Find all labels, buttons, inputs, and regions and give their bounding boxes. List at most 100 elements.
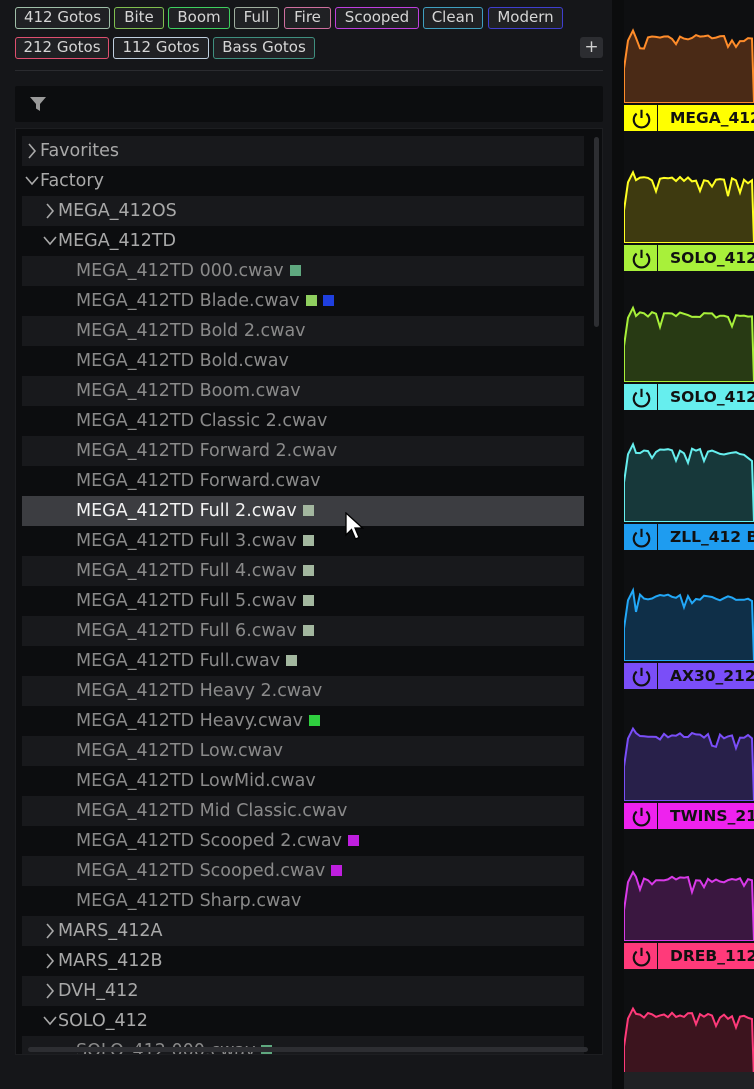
ir-slot[interactable]: AX30_212 C xyxy=(624,573,754,713)
ir-slot-rack: MEGA_412 SOLO_412 SOLO_412 ZLL_412 Ba AX30_2… xyxy=(624,0,754,1089)
tree-file-row[interactable]: SOLO_412 000.cwav xyxy=(22,1036,584,1054)
ir-slot-name[interactable]: MEGA_412 xyxy=(670,105,754,131)
tree-file-row[interactable]: MEGA_412TD Classic 2.cwav xyxy=(22,406,584,436)
tree-file-row[interactable]: MEGA_412TD Full 4.cwav xyxy=(22,556,584,586)
filter-bar[interactable] xyxy=(15,86,603,122)
tag-chip[interactable]: 212 Gotos xyxy=(15,37,109,59)
chevron-down-icon[interactable] xyxy=(42,226,58,256)
tag-chip[interactable]: 112 Gotos xyxy=(113,37,209,59)
tag-chip[interactable]: Scooped xyxy=(335,7,419,29)
tag-chip[interactable]: 412 Gotos xyxy=(15,7,110,29)
tag-color-swatch xyxy=(302,595,314,606)
file-tree[interactable]: Favorites Factory MEGA_412OS MEGA_412TD MEGA… xyxy=(15,128,603,1055)
tag-chip[interactable]: Fire xyxy=(284,7,331,29)
ir-slot-bar: AX30_212 C xyxy=(624,663,754,689)
power-icon[interactable] xyxy=(626,803,658,829)
tree-row-label: MEGA_412TD Sharp.cwav xyxy=(76,891,302,911)
tree-file-row[interactable]: MEGA_412TD LowMid.cwav xyxy=(22,766,584,796)
tree-file-row[interactable]: MEGA_412TD Full 2.cwav xyxy=(22,496,584,526)
tree-file-row[interactable]: MEGA_412TD Bold.cwav xyxy=(22,346,584,376)
chevron-right-icon[interactable] xyxy=(42,196,58,226)
power-icon[interactable] xyxy=(626,384,658,410)
tag-color-swatch xyxy=(289,265,301,276)
tree-file-row[interactable]: MEGA_412TD Forward 2.cwav xyxy=(22,436,584,466)
add-tag-button[interactable]: + xyxy=(580,37,603,58)
tree-folder-row[interactable]: MARS_412B xyxy=(22,946,584,976)
tag-chip[interactable]: Bite xyxy=(114,7,164,29)
chevron-down-icon[interactable] xyxy=(42,1006,58,1036)
tag-color-swatch xyxy=(286,655,298,666)
tree-file-row[interactable]: MEGA_412TD Scooped.cwav xyxy=(22,856,584,886)
tag-color-swatch xyxy=(322,295,334,306)
ir-slot[interactable]: TWINS_212 xyxy=(624,713,754,853)
power-icon[interactable] xyxy=(626,943,658,969)
power-icon[interactable] xyxy=(626,663,658,689)
tree-file-row[interactable]: MEGA_412TD Low.cwav xyxy=(22,736,584,766)
chevron-down-icon[interactable] xyxy=(24,166,40,196)
ir-slot-name[interactable]: AX30_212 C xyxy=(670,663,754,689)
tree-file-row[interactable]: MEGA_412TD Full 5.cwav xyxy=(22,586,584,616)
tree-folder-row[interactable]: Factory xyxy=(22,166,584,196)
tree-row-label: MEGA_412TD Full.cwav xyxy=(76,651,281,671)
tree-file-row[interactable]: MEGA_412TD Heavy.cwav xyxy=(22,706,584,736)
tree-folder-row[interactable]: MEGA_412OS xyxy=(22,196,584,226)
ir-slot-name[interactable]: DREB_112 xyxy=(670,943,754,969)
tree-file-row[interactable]: MEGA_412TD Mid Classic.cwav xyxy=(22,796,584,826)
tree-row-label: MEGA_412TD Heavy.cwav xyxy=(76,711,304,731)
ir-slot-name[interactable]: SOLO_412 xyxy=(670,384,754,410)
ir-slot[interactable]: DREB_112 xyxy=(624,853,754,993)
tree-file-row[interactable]: MEGA_412TD Blade.cwav xyxy=(22,286,584,316)
panel-splitter[interactable] xyxy=(612,0,624,1089)
tree-row-label: MARS_412A xyxy=(58,921,163,941)
tree-file-row[interactable]: MEGA_412TD Full 3.cwav xyxy=(22,526,584,556)
tree-file-row[interactable]: MEGA_412TD Sharp.cwav xyxy=(22,886,584,916)
tree-file-row[interactable]: MEGA_412TD Bold 2.cwav xyxy=(22,316,584,346)
power-icon[interactable] xyxy=(626,524,658,550)
rack-scrollbar[interactable] xyxy=(624,1072,754,1089)
tag-chip[interactable]: Bass Gotos xyxy=(213,37,315,59)
chevron-right-icon[interactable] xyxy=(42,976,58,1006)
ir-waveform-curve xyxy=(624,305,754,382)
chevron-right-icon[interactable] xyxy=(42,916,58,946)
tree-folder-row[interactable]: SOLO_412 xyxy=(22,1006,584,1036)
ir-waveform xyxy=(624,726,754,801)
mouse-cursor-icon xyxy=(345,512,365,540)
ir-slot[interactable]: ZLL_412 Ba xyxy=(624,434,754,574)
chevron-right-icon[interactable] xyxy=(42,946,58,976)
tree-file-row[interactable]: MEGA_412TD Forward.cwav xyxy=(22,466,584,496)
tree-folder-row[interactable]: MARS_412A xyxy=(22,916,584,946)
power-icon[interactable] xyxy=(626,245,658,271)
tree-file-row[interactable]: MEGA_412TD Boom.cwav xyxy=(22,376,584,406)
power-icon[interactable] xyxy=(626,105,658,131)
tree-row-label: DVH_412 xyxy=(58,981,139,1001)
tag-color-swatch xyxy=(302,565,314,576)
tree-footer xyxy=(15,1056,603,1070)
tree-row-label: MEGA_412TD Heavy 2.cwav xyxy=(76,681,323,701)
ir-slot[interactable]: MEGA_412 xyxy=(624,15,754,155)
tree-file-row[interactable]: MEGA_412TD Full 6.cwav xyxy=(22,616,584,646)
tree-row-label: MEGA_412TD Blade.cwav xyxy=(76,291,300,311)
ir-slot-name[interactable]: SOLO_412 xyxy=(670,245,754,271)
tag-chip[interactable]: Modern xyxy=(488,7,563,29)
tag-chip[interactable]: Full xyxy=(234,7,279,29)
tree-file-row[interactable]: MEGA_412TD Scooped 2.cwav xyxy=(22,826,584,856)
horizontal-scrollbar[interactable] xyxy=(28,1047,588,1052)
filter-icon[interactable] xyxy=(29,96,47,112)
tree-file-row[interactable]: MEGA_412TD Full.cwav xyxy=(22,646,584,676)
ir-slot[interactable]: SOLO_412 xyxy=(624,294,754,434)
tree-folder-row[interactable]: Favorites xyxy=(22,136,584,166)
vertical-scrollbar[interactable] xyxy=(594,137,599,327)
ir-waveform xyxy=(624,1006,754,1081)
ir-slot-name[interactable]: TWINS_212 xyxy=(670,803,754,829)
tag-chip[interactable]: Boom xyxy=(168,7,230,29)
ir-slot-name[interactable]: ZLL_412 Ba xyxy=(670,524,754,550)
ir-slot[interactable]: SOLO_412 xyxy=(624,155,754,295)
tree-folder-row[interactable]: MEGA_412TD xyxy=(22,226,584,256)
tree-file-row[interactable]: MEGA_412TD Heavy 2.cwav xyxy=(22,676,584,706)
tree-folder-row[interactable]: DVH_412 xyxy=(22,976,584,1006)
ir-waveform-curve xyxy=(624,1006,754,1081)
tag-color-swatch xyxy=(302,625,314,636)
tag-chip[interactable]: Clean xyxy=(423,7,483,29)
chevron-right-icon[interactable] xyxy=(24,136,40,166)
tree-file-row[interactable]: MEGA_412TD 000.cwav xyxy=(22,256,584,286)
